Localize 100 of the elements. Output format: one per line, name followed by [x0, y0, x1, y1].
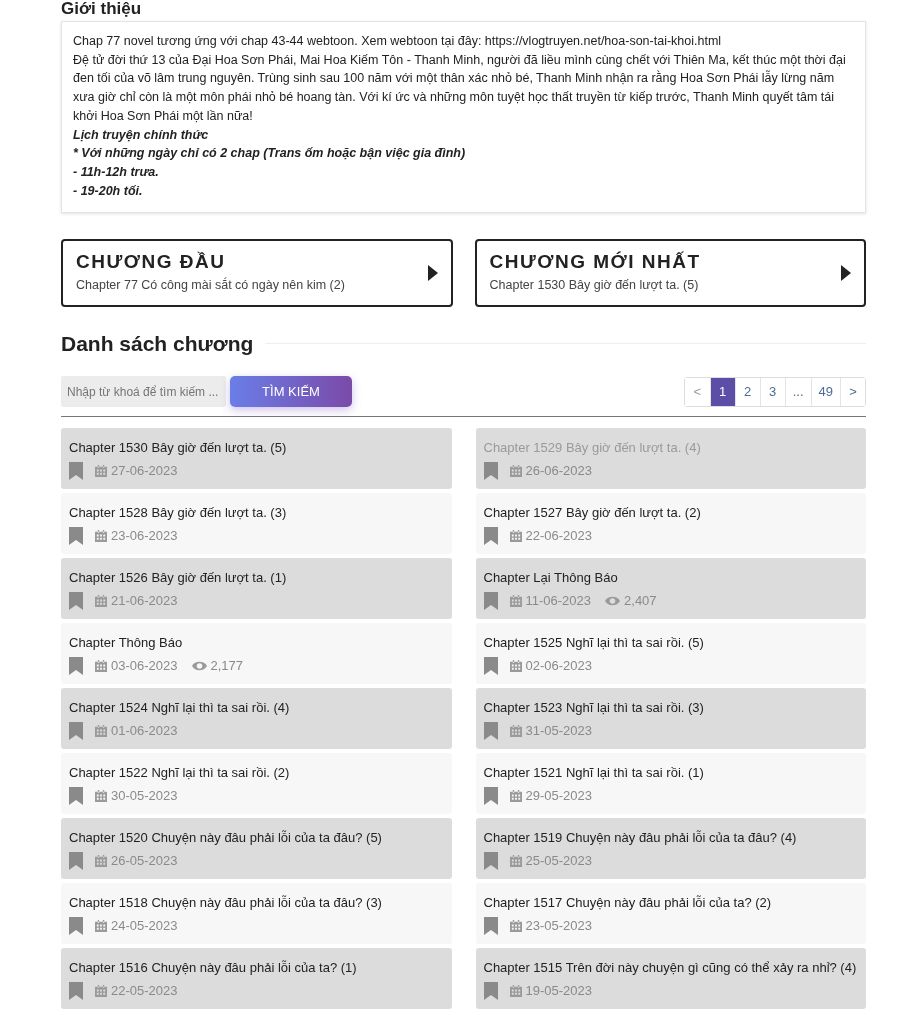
calendar-icon — [509, 724, 522, 737]
chapter-row[interactable]: Chapter 1519 Chuyện này đâu phải lỗi của ta đâu? (4) 25-05-2023 — [475, 818, 866, 880]
bookmark-icon — [483, 981, 498, 1000]
eye-icon — [191, 660, 207, 671]
chapter-row[interactable]: Chapter 1517 Chuyện này đâu phải lỗi của ta? (2) 23-05-2023 — [475, 883, 866, 945]
chapter-row[interactable]: Chapter 1524 Nghĩ lại thì ta sai rồi. (4) 01-06-2023 — [61, 688, 452, 750]
chapter-date: 23-05-2023 — [525, 916, 592, 935]
chapter-link[interactable]: Chapter 1519 Chuyện này đâu phải lỗi của ta đâu? (4) — [483, 829, 797, 847]
chapter-link[interactable]: Chapter 1530 Bây giờ đến lượt ta. (5) — [69, 439, 287, 457]
chapter-date: 23-06-2023 — [111, 526, 178, 545]
chapter-row[interactable]: Chapter 1523 Nghĩ lại thì ta sai rồi. (3) 31-05-2023 — [475, 688, 866, 750]
chapter-shortcut-card[interactable]: CHƯƠNG ĐẦU Chapter 77 Có công mài sắt có ngày nên kim (2) — [61, 239, 453, 308]
chapter-date: 31-05-2023 — [525, 721, 592, 740]
description-text: Đệ tử đời thứ 13 của Đại Hoa Sơn Phái, Mai Hoa Kiếm Tôn - Thanh Minh, người đã liều mình cùng chết với Thiên Ma, kết thúc một thời đại đen tối của võ lâm trung nguyên. Trùng sinh sau 100 năm với một thân xác nhỏ bé, Thanh Minh nhận ra rằng Hoa Sơn Phái lẫy lừng năm xưa giờ chỉ còn là một môn phái nhỏ bé hoang tàn. Với kí ức và những môn tuyệt học thất truyền từ kiếp trước, Thanh Minh quyết tâm tái khởi Hoa Sơn Phái một lần nữa! — [73, 51, 847, 125]
chapter-date: 29-05-2023 — [525, 786, 592, 805]
chapter-link[interactable]: Chapter 1517 Chuyện này đâu phải lỗi của ta? (2) — [483, 894, 772, 912]
chapter-link[interactable]: Chapter 1520 Chuyện này đâu phải lỗi của ta đâu? (5) — [69, 829, 382, 847]
chapter-row[interactable]: Chapter 1515 Trên đời này chuyện gì cũng có thể xảy ra nhỉ? (4) 19-05-2023 — [475, 948, 866, 1010]
description-text: - 19-20h tối. — [73, 182, 144, 200]
chapter-date: 22-05-2023 — [111, 981, 178, 1000]
shortcut-chapter: Chapter 1530 Bây giờ đến lượt ta. (5) — [489, 277, 700, 295]
bookmark-icon — [69, 981, 83, 1000]
calendar-icon — [509, 594, 522, 607]
calendar-icon — [95, 789, 107, 802]
view-count: 2,177 — [210, 656, 244, 675]
chapter-link[interactable]: Chapter 1515 Trên đời này chuyện gì cũng có thể xảy ra nhỉ? (4) — [483, 959, 857, 977]
description-text: Chap 77 novel tương ứng với chap 43-44 webtoon. Xem webtoon tại đây: https://vlogtruyen.net/hoa-son-tai-khoi.html — [73, 33, 723, 50]
chapter-row[interactable]: Chapter 1516 Chuyện này đâu phải lỗi của ta? (1) 22-05-2023 — [61, 948, 452, 1010]
chapter-row[interactable]: Chapter 1525 Nghĩ lại thì ta sai rồi. (5) 02-06-2023 — [475, 623, 866, 685]
shortcut-title: CHƯƠNG ĐẦU — [76, 251, 227, 274]
chapter-row[interactable]: Chapter Thông Báo 03-06-2023 2,177 — [61, 623, 452, 685]
chapter-date: 26-05-2023 — [111, 851, 178, 870]
bookmark-icon — [483, 656, 498, 675]
calendar-icon — [509, 789, 522, 802]
chapter-row[interactable]: Chapter 1518 Chuyện này đâu phải lỗi của ta đâu? (3) 24-05-2023 — [61, 883, 452, 945]
chapter-link[interactable]: Chapter Lại Thông Báo — [483, 569, 618, 587]
chapter-link[interactable]: Chapter 1523 Nghĩ lại thì ta sai rồi. (3) — [483, 699, 704, 717]
chapter-link[interactable]: Chapter 1522 Nghĩ lại thì ta sai rồi. (2) — [69, 764, 290, 782]
chapter-date: 30-05-2023 — [111, 786, 178, 805]
chapter-link[interactable]: Chapter 1521 Nghĩ lại thì ta sai rồi. (1) — [483, 764, 704, 782]
calendar-icon — [95, 984, 107, 997]
chapter-shortcut-card[interactable]: CHƯƠNG MỚI NHẤT Chapter 1530 Bây giờ đến lượt ta. (5) — [474, 239, 866, 308]
calendar-icon — [95, 724, 107, 737]
search-button[interactable]: TÌM KIẾM — [230, 376, 352, 408]
calendar-icon — [509, 659, 522, 672]
bookmark-icon — [483, 461, 498, 480]
chapter-link[interactable]: Chapter 1524 Nghĩ lại thì ta sai rồi. (4) — [69, 699, 290, 717]
calendar-icon — [509, 854, 522, 867]
caret-right-icon — [841, 265, 851, 282]
bookmark-icon — [69, 721, 83, 740]
chapter-date: 19-05-2023 — [525, 981, 592, 1000]
section-title: Giới thiệu — [61, 0, 143, 18]
bookmark-icon — [69, 786, 83, 805]
bookmark-icon — [69, 526, 83, 545]
calendar-icon — [509, 464, 522, 477]
description-text: * Với những ngày chỉ có 2 chap (Trans ốm hoặc bận việc gia đình) — [73, 145, 467, 163]
bookmark-icon — [483, 786, 498, 805]
bookmark-icon — [69, 461, 83, 480]
description-text: - 11h-12h trưa. — [73, 163, 160, 181]
chapter-row[interactable]: Chapter Lại Thông Báo 11-06-2023 2,407 — [475, 558, 866, 620]
page-button[interactable]: 1 — [709, 377, 735, 406]
search-field[interactable]: Nhập từ khoá để tìm kiếm ... — [61, 376, 226, 408]
bookmark-icon — [69, 591, 83, 610]
calendar-icon — [95, 529, 107, 542]
calendar-icon — [95, 464, 107, 477]
section-title: Danh sách chương — [61, 331, 254, 357]
chapter-row[interactable]: Chapter 1522 Nghĩ lại thì ta sai rồi. (2) 30-05-2023 — [61, 753, 452, 815]
calendar-icon — [509, 919, 522, 932]
bookmark-icon — [483, 591, 498, 610]
chapter-row[interactable]: Chapter 1520 Chuyện này đâu phải lỗi của ta đâu? (5) 26-05-2023 — [61, 818, 452, 880]
chapter-row[interactable]: Chapter 1521 Nghĩ lại thì ta sai rồi. (1) 29-05-2023 — [475, 753, 866, 815]
page-button[interactable]: > — [840, 377, 865, 406]
chapter-date: 01-06-2023 — [111, 721, 178, 740]
bookmark-icon — [69, 851, 83, 870]
bookmark-icon — [483, 851, 498, 870]
chapter-link[interactable]: Chapter 1518 Chuyện này đâu phải lỗi của ta đâu? (3) — [69, 894, 382, 912]
chapter-link[interactable]: Chapter 1516 Chuyện này đâu phải lỗi của ta? (1) — [69, 959, 357, 977]
chapter-link[interactable]: Chapter 1525 Nghĩ lại thì ta sai rồi. (5) — [483, 634, 704, 652]
chapter-link[interactable]: Chapter 1526 Bây giờ đến lượt ta. (1) — [69, 569, 287, 587]
caret-right-icon — [427, 265, 438, 282]
chapter-date: 26-06-2023 — [525, 461, 592, 480]
chapter-row[interactable]: Chapter 1530 Bây giờ đến lượt ta. (5) 27-06-2023 — [61, 428, 452, 490]
chapter-link[interactable]: Chapter 1528 Bây giờ đến lượt ta. (3) — [69, 504, 287, 522]
calendar-icon — [509, 529, 522, 542]
chapter-link[interactable]: Chapter Thông Báo — [69, 634, 183, 652]
chapter-date: 24-05-2023 — [111, 916, 178, 935]
chapter-row[interactable]: Chapter 1528 Bây giờ đến lượt ta. (3) 23-06-2023 — [61, 493, 452, 555]
bookmark-icon — [483, 526, 498, 545]
shortcut-chapter: Chapter 77 Có công mài sắt có ngày nên kim (2) — [76, 276, 346, 295]
chapter-row[interactable]: Chapter 1526 Bây giờ đến lượt ta. (1) 21-06-2023 — [61, 558, 452, 620]
chapter-link[interactable]: Chapter 1527 Bây giờ đến lượt ta. (2) — [483, 504, 701, 522]
view-count: 2,407 — [624, 591, 657, 610]
chapter-date: 02-06-2023 — [525, 656, 592, 675]
calendar-icon — [95, 854, 107, 867]
chapter-date: 25-05-2023 — [525, 851, 592, 870]
chapter-row[interactable]: Chapter 1527 Bây giờ đến lượt ta. (2) 22-06-2023 — [475, 493, 866, 555]
description-text: Lịch truyện chính thức — [73, 126, 210, 144]
bookmark-icon — [483, 916, 498, 935]
calendar-icon — [95, 919, 107, 932]
calendar-icon — [509, 984, 522, 997]
